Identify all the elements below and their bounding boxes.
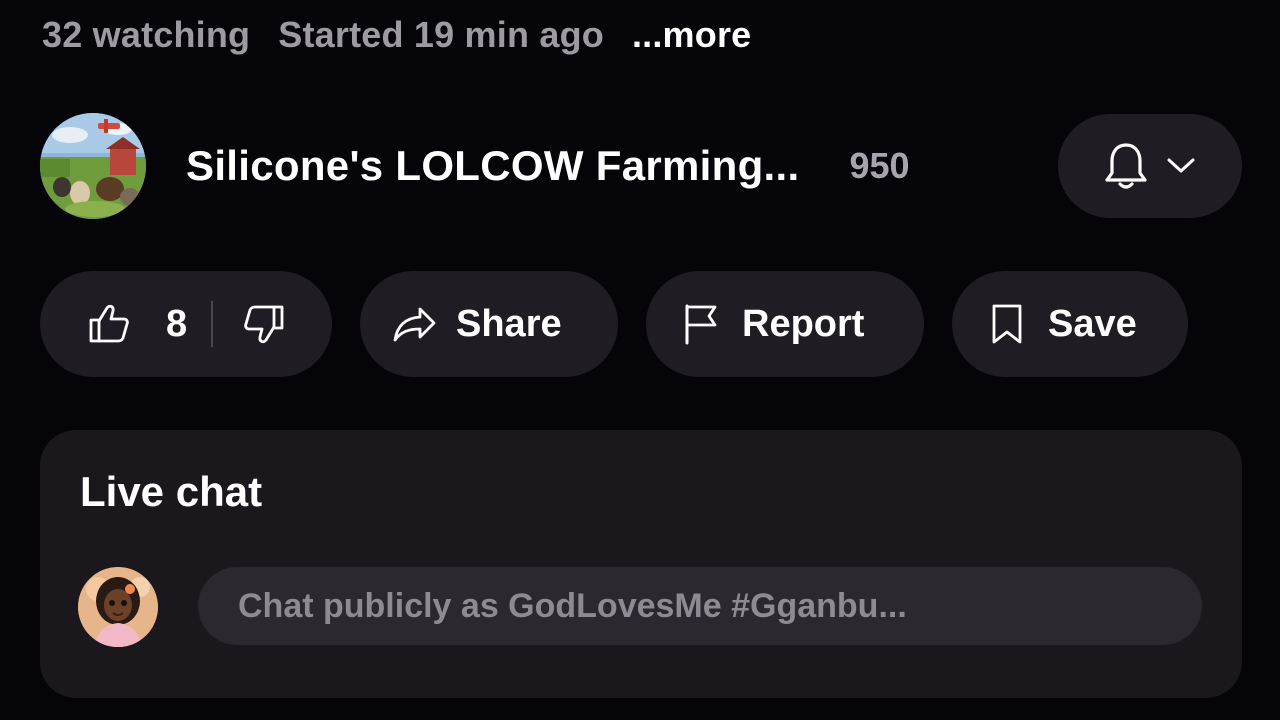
like-divider: [211, 301, 214, 347]
video-meta-row: 32 watching Started 19 min ago ...more: [42, 10, 751, 60]
stream-start-time: Started 19 min ago: [278, 14, 604, 55]
channel-name[interactable]: Silicone's LOLCOW Farming...: [186, 142, 799, 190]
bell-icon: [1104, 141, 1148, 191]
like-dislike-group: 8: [40, 271, 332, 377]
more-link[interactable]: ...more: [632, 14, 751, 56]
notification-settings-button[interactable]: [1058, 114, 1242, 218]
share-button[interactable]: Share: [360, 271, 618, 377]
like-button[interactable]: 8: [88, 303, 187, 346]
live-chat-card[interactable]: Live chat Chat publicly as GodLovesMe #G…: [40, 430, 1242, 698]
live-chat-title: Live chat: [80, 468, 263, 515]
report-label: Report: [742, 302, 865, 345]
save-button[interactable]: Save: [952, 271, 1188, 377]
channel-row: Silicone's LOLCOW Farming... 950: [40, 112, 1242, 220]
share-arrow-icon: [392, 305, 438, 343]
bookmark-icon: [990, 303, 1024, 345]
video-details-panel: 32 watching Started 19 min ago ...more S…: [0, 0, 1280, 720]
subscriber-count: 950: [849, 145, 910, 186]
thumbs-up-icon: [88, 304, 130, 344]
like-count: 8: [166, 302, 188, 345]
channel-avatar[interactable]: [40, 113, 146, 219]
dislike-button[interactable]: [243, 304, 285, 344]
user-avatar[interactable]: [78, 567, 158, 647]
action-row: 8 Share Report Save: [40, 271, 1188, 377]
chat-input[interactable]: Chat publicly as GodLovesMe #Gganbu...: [198, 567, 1202, 645]
viewer-count: 32 watching: [42, 14, 251, 55]
share-label: Share: [456, 302, 562, 345]
thumbs-down-icon: [243, 304, 285, 344]
flag-icon: [682, 303, 720, 345]
save-label: Save: [1048, 302, 1137, 345]
chevron-down-icon: [1166, 157, 1196, 175]
report-button[interactable]: Report: [646, 271, 924, 377]
